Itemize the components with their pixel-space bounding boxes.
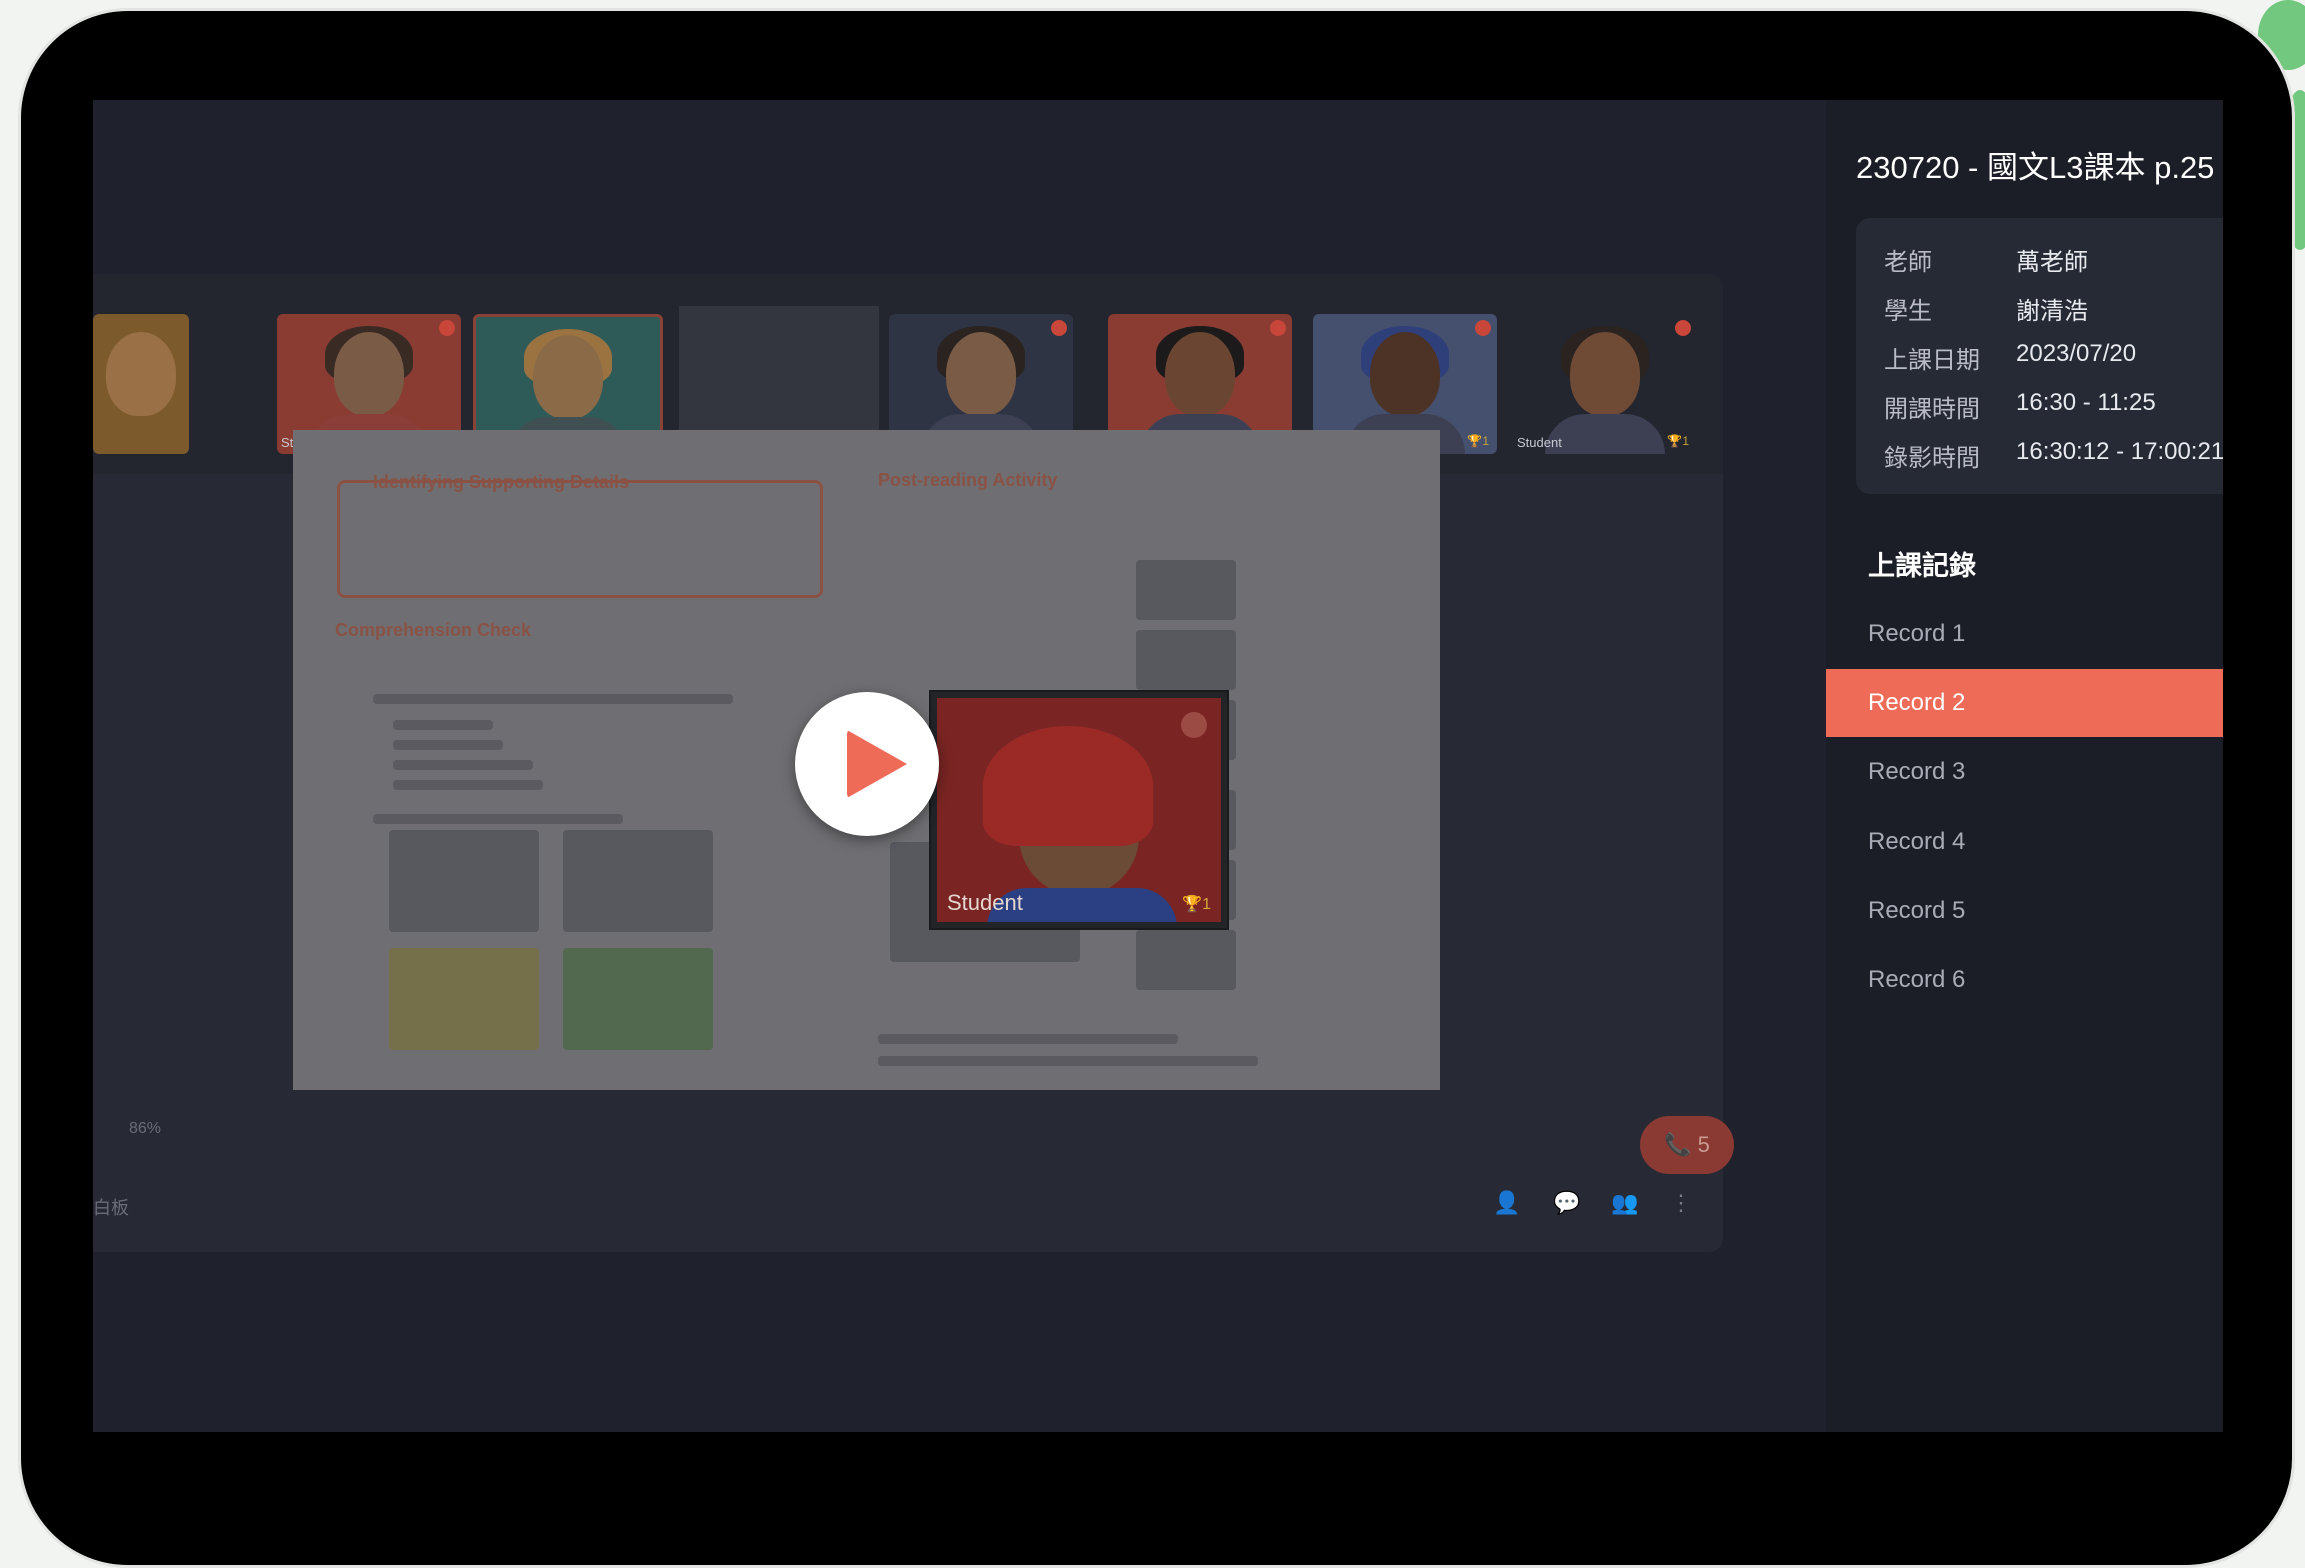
text-line (393, 720, 493, 730)
chat-icon: 💬 (1553, 1190, 1581, 1215)
participant-tile: Student 🏆1 (1513, 314, 1697, 454)
student-value: 謝清浩 (2016, 298, 2088, 325)
whiteboard-tab: 白板 (93, 1198, 129, 1218)
class-time-label: 開課時間 (1884, 396, 1980, 423)
slide-left-page: Identifying Supporting Details Comprehen… (293, 430, 866, 1090)
record-item-3[interactable]: Record 3 (1826, 738, 2223, 806)
slide-heading: Identifying Supporting Details (373, 472, 629, 492)
avatar (1570, 332, 1640, 416)
text-line (393, 780, 543, 790)
record-time-value: 16:30:12 - 17:00:21 (2016, 438, 2223, 465)
avatar (1370, 332, 1440, 416)
trophy-icon: 🏆1 (1467, 434, 1489, 448)
illustration (563, 830, 713, 932)
student-video-feed: Student 🏆1 (937, 698, 1221, 922)
illustration (389, 830, 539, 932)
avatar (334, 332, 404, 416)
call-count: 5 (1697, 1132, 1710, 1157)
record-item-2[interactable]: Record 2 (1826, 669, 2223, 737)
slide-heading: Comprehension Check (335, 620, 532, 640)
teacher-value: 萬老師 (2016, 249, 2088, 276)
record-item-6[interactable]: Record 6 (1826, 946, 2223, 1014)
recording-sidebar: 230720 - 國文L3課本 p.25 老師 萬老師 學生 謝清浩 上課日期 … (1826, 100, 2223, 1432)
mic-muted-icon (1675, 320, 1691, 336)
date-label: 上課日期 (1884, 347, 1980, 374)
student-label: 學生 (1884, 298, 1932, 325)
illustration (563, 948, 713, 1050)
participants-icon: 👥 (1611, 1190, 1639, 1215)
mic-muted-icon (1181, 712, 1207, 738)
mic-muted-icon (1051, 320, 1067, 336)
illustration (1136, 930, 1236, 990)
text-line (393, 760, 533, 770)
trophy-icon: 🏆1 (1667, 434, 1689, 448)
text-line (878, 1056, 1258, 1066)
slide-heading: Post-reading Activity (878, 470, 1058, 490)
text-line (878, 1034, 1178, 1044)
recording-player[interactable]: Student 🏆1 Student 🏆1 (93, 100, 1826, 1432)
play-button[interactable] (795, 692, 939, 836)
avatar (1165, 332, 1235, 416)
teacher-label: 老師 (1884, 249, 1932, 276)
trophy-icon: 🏆1 (1182, 896, 1211, 913)
date-value: 2023/07/20 (2016, 340, 2137, 367)
mic-muted-icon (1475, 320, 1491, 336)
record-item-4[interactable]: Record 4 (1826, 808, 2223, 876)
records-heading: 上課記錄 (1868, 551, 1976, 581)
illustration (389, 948, 539, 1050)
text-line (373, 814, 623, 824)
avatar (106, 332, 176, 416)
illustration (1136, 560, 1236, 620)
illustration (1136, 630, 1236, 690)
tablet-frame: Student 🏆1 Student 🏆1 (18, 8, 2295, 1568)
avatar-cap (983, 726, 1153, 846)
class-time-value: 16:30 - 11:25 (2016, 389, 2156, 416)
avatar-body (1545, 414, 1665, 454)
participant-label: Student (947, 890, 1023, 915)
mic-muted-icon (439, 320, 455, 336)
add-user-icon: 👤 (1493, 1190, 1521, 1215)
session-info-card: 老師 萬老師 學生 謝清浩 上課日期 2023/07/20 開課時間 16:30… (1856, 218, 2223, 494)
more-options-icon: ⋮ (1670, 1190, 1692, 1215)
mic-muted-icon (1270, 320, 1286, 336)
text-line (373, 694, 733, 704)
app-screen: Student 🏆1 Student 🏆1 (93, 100, 2223, 1432)
call-queue-button: 📞 5 (1640, 1116, 1734, 1174)
play-icon (847, 730, 907, 798)
record-item-5[interactable]: Record 5 (1826, 877, 2223, 945)
supporting-details-box (337, 480, 823, 598)
avatar (533, 335, 603, 419)
record-item-1[interactable]: Record 1 (1826, 600, 2223, 668)
session-title: 230720 - 國文L3課本 p.25 (1856, 150, 2215, 185)
zoom-level: 86% (129, 1120, 162, 1137)
participant-tile (93, 314, 189, 454)
student-video: Student 🏆1 (929, 690, 1229, 930)
record-time-label: 錄影時間 (1884, 445, 1980, 472)
text-line (393, 740, 503, 750)
participant-label: Student (1517, 435, 1562, 450)
avatar (946, 332, 1016, 416)
